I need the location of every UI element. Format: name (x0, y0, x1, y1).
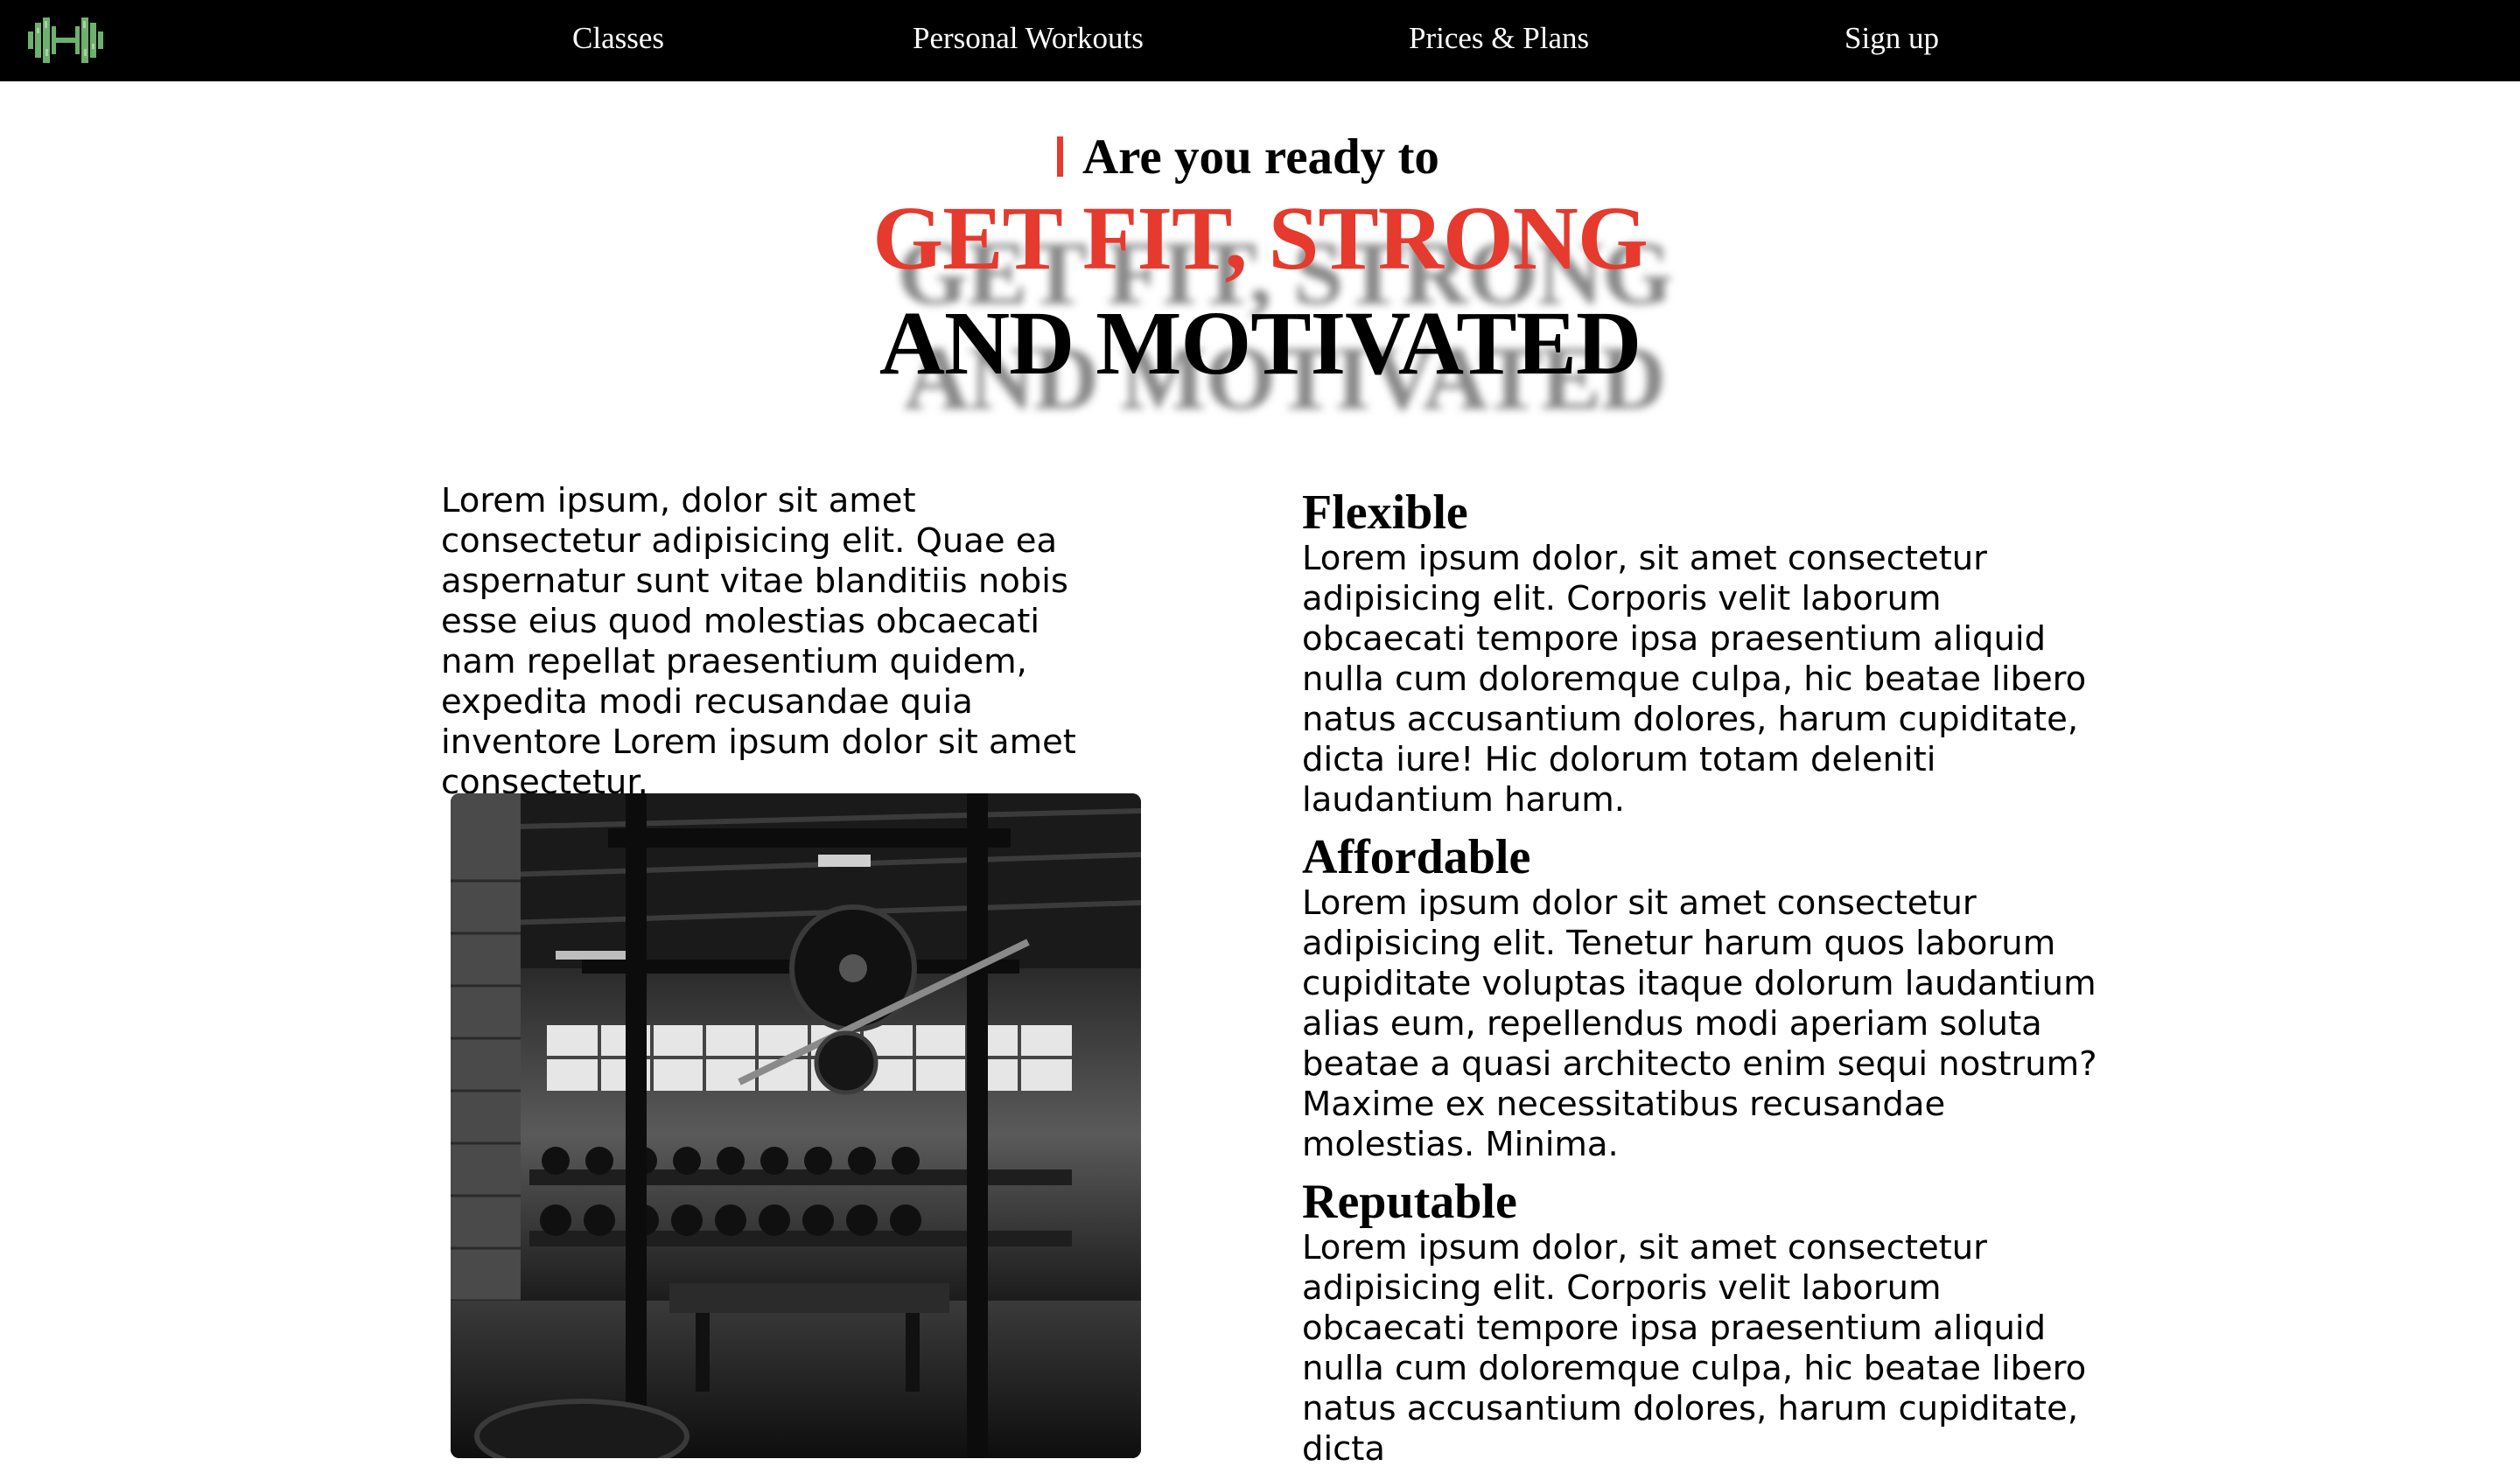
feature-title: Reputable (1302, 1175, 1517, 1229)
top-nav: Classes Personal Workouts Prices & Plans… (0, 0, 2520, 81)
feature-title: Affordable (1302, 830, 1531, 884)
typing-cursor (1057, 136, 1063, 177)
intro-paragraph: Lorem ipsum, dolor sit amet consectetur … (441, 481, 1076, 802)
nav-link-prices-plans[interactable]: Prices & Plans (1409, 17, 1589, 59)
feature-flexible: Flexible Lorem ipsum dolor, sit amet con… (1302, 486, 2107, 820)
feature-text: Lorem ipsum dolor, sit amet consectetur … (1302, 539, 2087, 820)
hero-intro-text: Are you ready to (1082, 129, 1439, 185)
nav-link-classes[interactable]: Classes (572, 17, 664, 59)
hero-headline-line1: GET FIT, STRONG (872, 188, 1648, 289)
nav-link-sign-up[interactable]: Sign up (1844, 17, 1939, 59)
nav-link-personal-workouts[interactable]: Personal Workouts (913, 17, 1144, 59)
feature-title: Flexible (1302, 485, 1468, 540)
hero-intro: Are you ready to (1057, 129, 1439, 185)
gym-photo (451, 793, 1141, 1458)
feature-affordable: Affordable Lorem ipsum dolor sit amet co… (1302, 831, 2107, 1165)
dumbbell-logo-icon[interactable] (24, 10, 107, 70)
feature-text: Lorem ipsum dolor, sit amet consectetur … (1302, 1228, 2087, 1469)
feature-text: Lorem ipsum dolor sit amet consectetur a… (1302, 883, 2097, 1164)
hero-headline-line2: AND MOTIVATED (878, 293, 1642, 394)
features-list: Flexible Lorem ipsum dolor, sit amet con… (1302, 486, 2107, 1480)
feature-reputable: Reputable Lorem ipsum dolor, sit amet co… (1302, 1176, 2107, 1470)
